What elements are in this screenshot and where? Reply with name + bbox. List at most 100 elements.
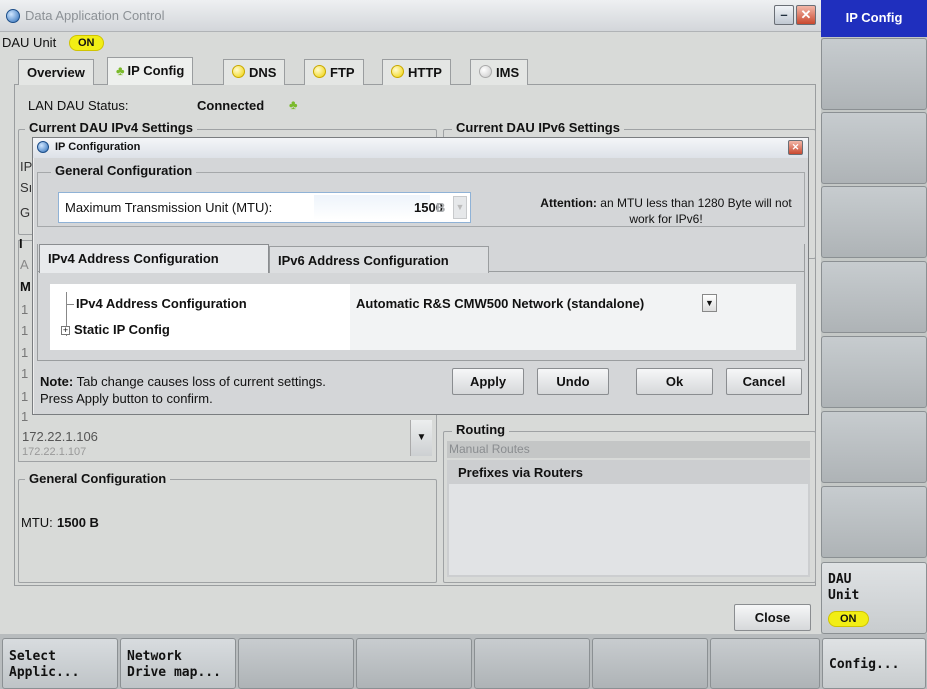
mtu-value: 1500 B — [57, 515, 99, 530]
softkey-empty-7[interactable] — [821, 486, 927, 558]
dau-unit-label: DAU Unit — [2, 35, 57, 50]
tree-value-column — [350, 284, 796, 350]
status-dot-icon — [232, 65, 245, 78]
softkey-empty-3[interactable] — [821, 186, 927, 258]
tab-overview[interactable]: Overview — [18, 59, 94, 85]
app-logo-icon — [37, 141, 49, 153]
softkey-network-drive-map[interactable]: Network Drive map... — [120, 638, 236, 689]
mtu-attention-note: Attention: an MTU less than 1280 Byte wi… — [531, 195, 801, 227]
softkey-empty-5[interactable] — [821, 336, 927, 408]
softkey-line: Network — [127, 649, 182, 664]
ipv4-tree: IPv4 Address Configuration + Static IP C… — [50, 284, 796, 350]
ipv4-row-gateway: G — [20, 205, 31, 220]
ipv6-settings-title: Current DAU IPv6 Settings — [452, 120, 624, 135]
dialog-general-title: General Configuration — [51, 163, 197, 178]
tree-branch — [66, 304, 74, 305]
mtu-label: MTU: — [21, 515, 53, 530]
tree-static-ip-config[interactable]: Static IP Config — [74, 322, 170, 337]
tab-ipv4-address[interactable]: IPv4 Address Configuration — [39, 244, 269, 273]
tab-label: IP Config — [127, 63, 185, 78]
mtu-input-bg — [314, 195, 430, 220]
title-bar: Data Application Control – ✕ — [0, 0, 821, 32]
tab-ip-config[interactable]: ♣ IP Config — [107, 57, 194, 85]
tab-ftp[interactable]: FTP — [304, 59, 364, 85]
expand-plus-icon[interactable]: + — [61, 326, 70, 335]
dau-key-line2: Unit — [828, 588, 860, 603]
mtu-field[interactable]: Maximum Transmission Unit (MTU): 1500 B … — [58, 192, 471, 223]
note-line: Tab change causes loss of current settin… — [76, 374, 326, 389]
softkey-empty-bottom-2[interactable] — [356, 638, 472, 689]
mtu-field-label: Maximum Transmission Unit (MTU): — [65, 200, 273, 215]
list-item[interactable]: 172.22.1.107 — [22, 446, 86, 458]
prefixes-list — [449, 484, 808, 575]
tab-http[interactable]: HTTP — [382, 59, 451, 85]
softkey-empty-bottom-5[interactable] — [710, 638, 820, 689]
scroll-down-icon[interactable]: ▼ — [410, 420, 432, 456]
network-connected-icon: ♣ — [289, 97, 298, 112]
manual-routes-label: Manual Routes — [449, 442, 530, 456]
unit-dropdown-icon[interactable]: ▼ — [453, 196, 467, 219]
tree-ipv4-label: IPv4 Address Configuration — [76, 296, 247, 311]
mtu-unit: B — [436, 200, 446, 215]
dialog-title: IP Configuration — [55, 141, 141, 153]
softkey-empty-bottom-1[interactable] — [238, 638, 354, 689]
list-item[interactable]: 172.22.1.106 — [22, 429, 98, 444]
prefixes-panel: Prefixes via Routers — [447, 460, 810, 577]
dialog-note: Note: Tab change causes loss of current … — [40, 373, 380, 407]
dau-key-state-badge: ON — [828, 611, 869, 627]
list-item-initial: 1 — [21, 389, 29, 404]
softkey-empty-1[interactable] — [821, 38, 927, 110]
softkey-dau-unit[interactable]: DAU Unit ON — [821, 562, 927, 634]
tab-label: IPv4 Address Configuration — [48, 251, 219, 266]
softkey-line: Config... — [829, 657, 900, 672]
list-item-initial: 1 — [21, 323, 29, 338]
softkey-empty-2[interactable] — [821, 112, 927, 184]
ipv4-mode-select[interactable]: Automatic R&S CMW500 Network (standalone… — [356, 296, 644, 311]
ipv4-row-ip: IP — [20, 159, 33, 174]
apply-button[interactable]: Apply — [452, 368, 524, 395]
softkey-select-application[interactable]: Select Applic... — [2, 638, 118, 689]
softkey-ip-config[interactable]: IP Config — [821, 0, 927, 37]
prefixes-title: Prefixes via Routers — [458, 465, 584, 480]
tab-ims[interactable]: IMS — [470, 59, 529, 85]
dialog-title-bar: IP Configuration ✕ — [33, 138, 808, 158]
lan-status-label: LAN DAU Status: — [28, 98, 129, 113]
dialog-close-icon[interactable]: ✕ — [788, 140, 803, 155]
tab-dns[interactable]: DNS — [223, 59, 286, 85]
tab-label: IPv6 Address Configuration — [278, 253, 449, 268]
status-dot-icon — [313, 65, 326, 78]
softkey-config[interactable]: Config... — [822, 638, 926, 689]
ipv4-row-subnet: Sı — [20, 180, 33, 195]
ipv4-settings-title: Current DAU IPv4 Settings — [25, 120, 197, 135]
tab-ipv6-address[interactable]: IPv6 Address Configuration — [269, 246, 489, 273]
softkey-line: Applic... — [9, 665, 80, 680]
softkey-empty-6[interactable] — [821, 411, 927, 483]
dau-key-line1: DAU — [828, 572, 852, 587]
window-title: Data Application Control — [25, 8, 165, 23]
status-dot-icon — [479, 65, 492, 78]
softkey-empty-bottom-3[interactable] — [474, 638, 590, 689]
list-item-initial: 1 — [21, 302, 29, 317]
softkey-line: Select — [9, 649, 56, 664]
minimize-icon[interactable]: – — [774, 5, 794, 25]
list-header-initial: I — [19, 236, 23, 251]
cancel-button[interactable]: Cancel — [726, 368, 802, 395]
undo-button[interactable]: Undo — [537, 368, 609, 395]
close-window-icon[interactable]: ✕ — [796, 5, 816, 25]
note-label: Note: — [40, 374, 74, 389]
note-line: Press Apply button to confirm. — [40, 391, 213, 406]
softkey-empty-4[interactable] — [821, 261, 927, 333]
ok-button[interactable]: Ok — [636, 368, 713, 395]
tab-label: IMS — [496, 65, 520, 80]
lan-status-value: Connected — [197, 98, 265, 113]
softkey-empty-bottom-4[interactable] — [592, 638, 708, 689]
general-config-group — [18, 479, 437, 583]
tab-label: FTP — [330, 65, 355, 80]
dau-unit-state-badge[interactable]: ON — [69, 35, 104, 51]
close-button[interactable]: Close — [734, 604, 811, 631]
app-logo-icon — [6, 9, 20, 23]
status-dot-icon — [391, 65, 404, 78]
attention-text: an MTU less than 1280 Byte will not work… — [600, 196, 792, 226]
chevron-down-icon[interactable]: ▼ — [702, 294, 717, 312]
list-column-initial: A — [20, 257, 29, 272]
